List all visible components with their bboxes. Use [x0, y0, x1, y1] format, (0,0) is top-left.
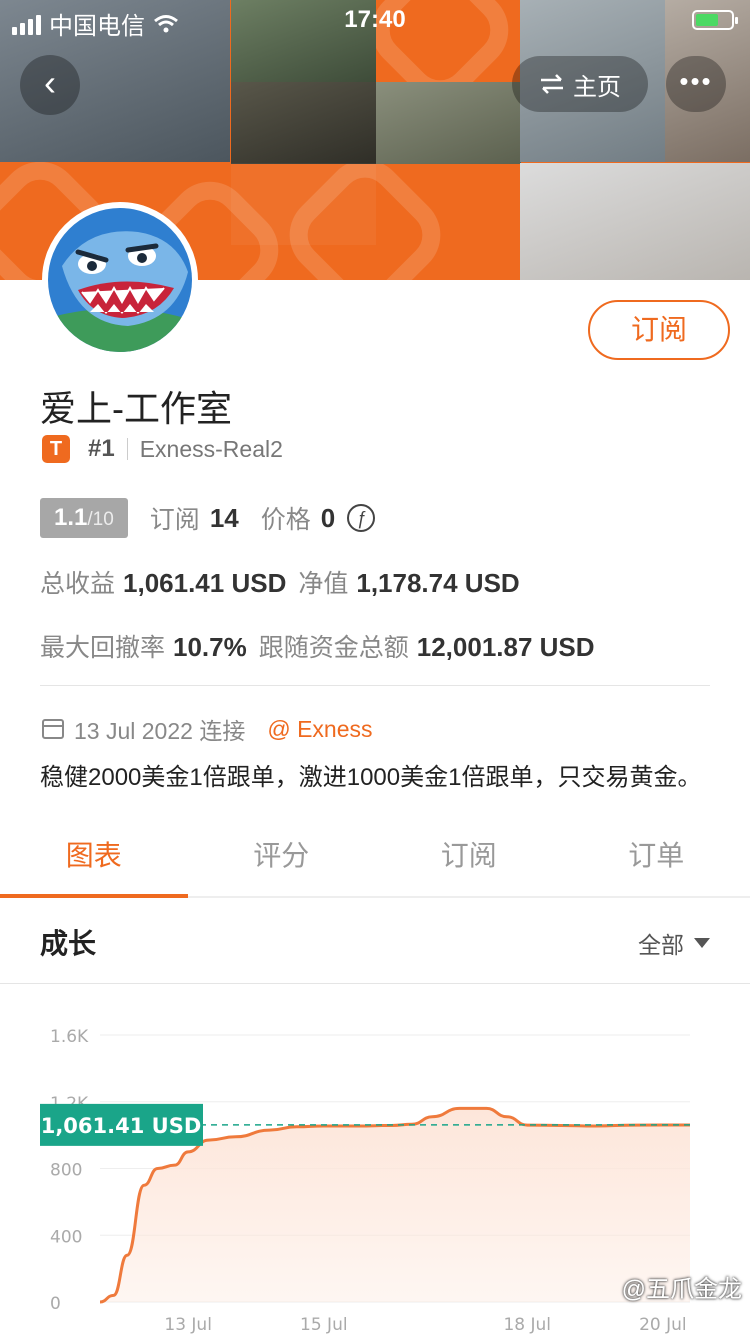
tab-chart[interactable]: 图表	[0, 820, 188, 898]
tab-subscriptions[interactable]: 订阅	[375, 820, 563, 896]
avatar[interactable]	[42, 202, 198, 358]
member-photo	[376, 82, 521, 164]
more-icon: •••	[679, 66, 713, 96]
coin-icon: ƒ	[347, 504, 376, 532]
trader-badge-icon: T	[42, 435, 70, 463]
total-profit-label: 总收益	[40, 570, 116, 598]
y-tick-label: 800	[50, 1161, 82, 1181]
more-button[interactable]: •••	[666, 56, 726, 112]
status-time: 17:40	[344, 6, 406, 33]
profit-row: 总收益 1,061.41 USD 净值 1,178.74 USD	[40, 564, 532, 600]
score-badge: 1.1/10	[40, 498, 128, 538]
follow-total-value: 12,001.87 USD	[416, 632, 595, 662]
strategy-description: 稳健2000美金1倍跟单，激进1000美金1倍跟单，只交易黄金。	[40, 764, 702, 791]
battery-icon	[692, 10, 738, 30]
equity-label: 净值	[298, 570, 349, 598]
price-value: 0	[320, 502, 336, 533]
total-profit-value: 1,061.41 USD	[123, 568, 287, 598]
strategy-name: 爱上-工作室	[40, 388, 232, 429]
swap-icon	[541, 74, 563, 94]
follow-total-label: 跟随资金总额	[258, 634, 409, 662]
broker-link[interactable]: @ Exness	[267, 716, 372, 743]
equity-value: 1,178.74 USD	[356, 568, 520, 598]
tab-orders[interactable]: 订单	[563, 820, 750, 896]
range-filter-label: 全部	[638, 932, 684, 958]
current-value-label: 1,061.41 USD	[41, 1114, 202, 1138]
meta-row: 13 Jul 2022 连接 @ Exness	[42, 712, 373, 746]
calendar-icon	[42, 719, 64, 739]
subscriptions-label: 订阅	[149, 506, 200, 534]
growth-section-header: 成长 全部	[0, 898, 750, 984]
subscriptions-value: 14	[209, 502, 239, 533]
chevron-left-icon: ‹	[44, 62, 56, 103]
divider	[40, 685, 710, 686]
rank-label: #1	[88, 435, 115, 462]
banner-block	[231, 163, 376, 245]
x-tick-label: 13 Jul	[164, 1315, 212, 1334]
max-drawdown-value: 10.7%	[173, 632, 247, 662]
home-button[interactable]: 主页	[512, 56, 648, 112]
home-label: 主页	[573, 73, 621, 101]
tab-bar: 图表 评分 订阅 订单	[0, 820, 750, 898]
divider	[126, 438, 128, 460]
y-tick-label: 0	[50, 1294, 61, 1314]
x-tick-label: 20 Jul	[639, 1315, 687, 1334]
subscribe-button[interactable]: 订阅	[588, 300, 730, 360]
tab-rating[interactable]: 评分	[188, 820, 376, 896]
member-photo	[520, 163, 750, 280]
status-bar: 中国电信 17:40	[0, 0, 750, 40]
server-label: Exness-Real2	[139, 435, 283, 462]
shark-avatar-icon	[48, 208, 192, 352]
connected-date: 13 Jul 2022 连接	[74, 718, 246, 744]
score-row: 1.1/10 订阅 14 价格 0 ƒ	[40, 498, 376, 538]
x-tick-label: 15 Jul	[300, 1315, 348, 1334]
range-filter-dropdown[interactable]: 全部	[638, 926, 710, 960]
rank-row: T #1 Exness-Real2	[42, 434, 283, 464]
drawdown-row: 最大回撤率 10.7% 跟随资金总额 12,001.87 USD	[40, 628, 607, 664]
back-button[interactable]: ‹	[20, 55, 80, 115]
strategy-profile-page: 中国电信 17:40 ‹ 主页 ••• 订阅 爱上-工作室 T #1 Exnes…	[0, 0, 750, 1334]
price-label: 价格	[260, 506, 311, 534]
max-drawdown-label: 最大回撤率	[40, 634, 166, 662]
y-tick-label: 1.6K	[50, 1027, 89, 1047]
score-value: 1.1	[54, 504, 88, 531]
x-tick-label: 18 Jul	[503, 1315, 551, 1334]
watermark: @五爪金龙	[621, 1276, 742, 1303]
score-max: /10	[87, 509, 114, 530]
member-photo	[231, 82, 376, 164]
caret-down-icon	[694, 938, 710, 948]
y-tick-label: 400	[50, 1227, 82, 1247]
section-title: 成长	[40, 928, 97, 959]
